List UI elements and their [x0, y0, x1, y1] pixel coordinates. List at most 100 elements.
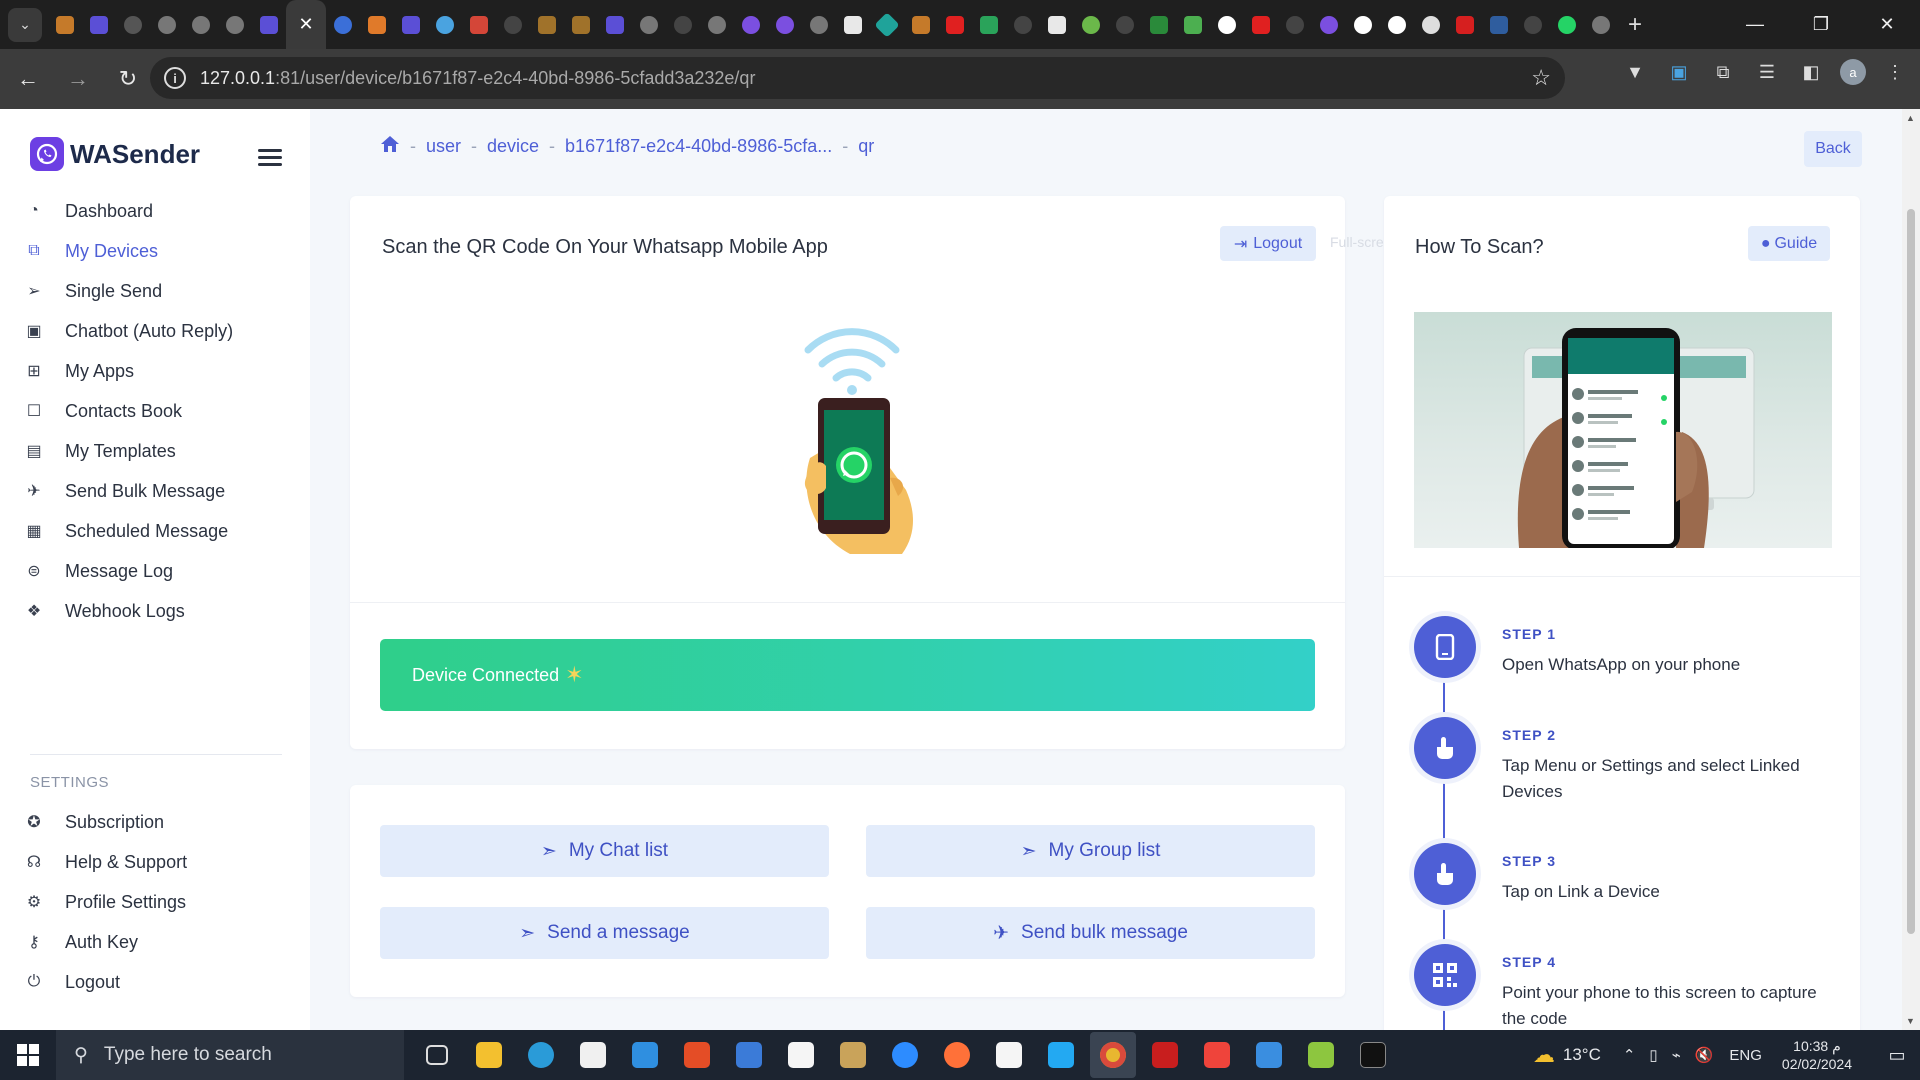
send-bulk-message-button[interactable]: ✈ Send bulk message: [866, 907, 1315, 959]
breadcrumb-device[interactable]: device: [487, 136, 539, 157]
sidebar-item-subscription[interactable]: ✪ Subscription: [0, 802, 310, 842]
volume-muted-icon[interactable]: 🔇: [1695, 1046, 1714, 1064]
browser-tab[interactable]: [1006, 0, 1040, 49]
media-controls-icon[interactable]: ☰: [1752, 57, 1782, 87]
brand-logo[interactable]: WASender: [30, 137, 200, 171]
taskbar-clock[interactable]: 10:38 م 02/02/2024: [1782, 1037, 1852, 1073]
browser-tab[interactable]: [1210, 0, 1244, 49]
sidebar-item-dashboard[interactable]: ◔ Dashboard: [0, 191, 310, 231]
sidebar-item-my-templates[interactable]: ▤ My Templates: [0, 431, 310, 471]
side-panel-icon[interactable]: ◧: [1796, 57, 1826, 87]
browser-tab[interactable]: [326, 0, 360, 49]
browser-tab[interactable]: [252, 0, 286, 49]
breadcrumb-device-id[interactable]: b1671f87-e2c4-40bd-8986-5cfa...: [565, 136, 832, 157]
browser-tab[interactable]: [598, 0, 632, 49]
sidebar-item-contacts-book[interactable]: ☐ Contacts Book: [0, 391, 310, 431]
breadcrumb-user[interactable]: user: [426, 136, 461, 157]
browser-tab[interactable]: [48, 0, 82, 49]
office-icon[interactable]: [674, 1032, 720, 1078]
browser-tab[interactable]: [666, 0, 700, 49]
forward-arrow-icon[interactable]: →: [56, 57, 100, 101]
browser-tab[interactable]: [938, 0, 972, 49]
browser-tab[interactable]: [1516, 0, 1550, 49]
file-explorer-icon[interactable]: [466, 1032, 512, 1078]
browser-tab[interactable]: [1074, 0, 1108, 49]
scroll-up-icon[interactable]: ▲: [1906, 113, 1915, 123]
browser-tab[interactable]: [1584, 0, 1618, 49]
site-info-icon[interactable]: i: [164, 67, 186, 89]
profile-avatar[interactable]: a: [1840, 59, 1866, 85]
my-group-list-button[interactable]: ➣ My Group list: [866, 825, 1315, 877]
task-view-icon[interactable]: [414, 1032, 460, 1078]
firefox-icon[interactable]: [934, 1032, 980, 1078]
browser-tab[interactable]: [632, 0, 666, 49]
browser-tab[interactable]: [116, 0, 150, 49]
browser-tab[interactable]: [768, 0, 802, 49]
active-browser-tab[interactable]: ✕: [286, 0, 326, 49]
extension-app-icon[interactable]: ▣: [1664, 57, 1694, 87]
bookmark-star-icon[interactable]: ☆: [1531, 65, 1551, 91]
my-chat-list-button[interactable]: ➣ My Chat list: [380, 825, 829, 877]
browser-tab[interactable]: [530, 0, 564, 49]
reload-icon[interactable]: ↻: [106, 57, 150, 101]
browser-tab[interactable]: [1550, 0, 1584, 49]
browser-tab[interactable]: [1346, 0, 1380, 49]
browser-tab[interactable]: [1108, 0, 1142, 49]
device-logout-button[interactable]: ⇥ Logout: [1220, 226, 1316, 261]
terminal-icon[interactable]: [1350, 1032, 1396, 1078]
address-bar[interactable]: i 127.0.0.1:81/user/device/b1671f87-e2c4…: [150, 57, 1565, 99]
sidebar-item-logout[interactable]: ⏻ Logout: [0, 962, 310, 1002]
sidebar-item-chatbot[interactable]: ▣ Chatbot (Auto Reply): [0, 311, 310, 351]
browser-tab[interactable]: [564, 0, 598, 49]
sidebar-toggle-icon[interactable]: [258, 149, 282, 167]
page-scrollbar[interactable]: ▲ ▼: [1902, 109, 1920, 1030]
new-tab-button[interactable]: +: [1628, 11, 1642, 39]
browser-tab[interactable]: [218, 0, 252, 49]
browser-tab[interactable]: [150, 0, 184, 49]
edge-icon[interactable]: [518, 1032, 564, 1078]
browser-tab[interactable]: [1142, 0, 1176, 49]
browser-tab[interactable]: [1482, 0, 1516, 49]
browser-tab[interactable]: [1040, 0, 1074, 49]
windows-start-icon[interactable]: [0, 1030, 56, 1080]
weather-widget[interactable]: ☁ 13°C: [1533, 1042, 1601, 1068]
browser-tab[interactable]: [700, 0, 734, 49]
extensions-puzzle-icon[interactable]: ⧉: [1708, 57, 1738, 87]
browser-tab[interactable]: [802, 0, 836, 49]
sidebar-item-my-devices[interactable]: ⧉ My Devices: [0, 231, 310, 271]
sidebar-item-webhook-logs[interactable]: ❖ Webhook Logs: [0, 591, 310, 631]
tools-icon[interactable]: [830, 1032, 876, 1078]
notepad-plus-icon[interactable]: [1298, 1032, 1344, 1078]
browser-menu-icon[interactable]: ⋮: [1880, 57, 1910, 87]
scrollbar-thumb[interactable]: [1907, 209, 1915, 934]
guide-button[interactable]: ● Guide: [1748, 226, 1830, 261]
network-icon[interactable]: ⌁: [1672, 1046, 1681, 1064]
browser-tab[interactable]: [1278, 0, 1312, 49]
close-tab-icon[interactable]: ✕: [298, 14, 313, 35]
sidebar-item-single-send[interactable]: ➢ Single Send: [0, 271, 310, 311]
browser-tab[interactable]: [1244, 0, 1278, 49]
sidebar-item-my-apps[interactable]: ⊞ My Apps: [0, 351, 310, 391]
zoom-icon[interactable]: [882, 1032, 928, 1078]
vscode-icon[interactable]: [1038, 1032, 1084, 1078]
restore-icon[interactable]: ❐: [1788, 0, 1854, 49]
input-language[interactable]: ENG: [1729, 1047, 1762, 1064]
notification-icon[interactable]: ▭: [1874, 1045, 1920, 1066]
browser-tab[interactable]: [1176, 0, 1210, 49]
sidebar-item-profile-settings[interactable]: ⚙ Profile Settings: [0, 882, 310, 922]
filezilla-icon[interactable]: [1142, 1032, 1188, 1078]
chrome-icon[interactable]: [1090, 1032, 1136, 1078]
browser-tab[interactable]: [904, 0, 938, 49]
paint-icon[interactable]: [1246, 1032, 1292, 1078]
browser-tab[interactable]: [1312, 0, 1346, 49]
device-icon[interactable]: ▯: [1649, 1046, 1657, 1064]
scroll-down-icon[interactable]: ▼: [1906, 1016, 1915, 1026]
browser-tab[interactable]: [496, 0, 530, 49]
show-hidden-icons-icon[interactable]: ⌃: [1623, 1046, 1636, 1064]
home-icon[interactable]: [380, 135, 400, 158]
browser-tab[interactable]: [462, 0, 496, 49]
browser-tab[interactable]: [82, 0, 116, 49]
send-message-button[interactable]: ➣ Send a message: [380, 907, 829, 959]
sidebar-item-help-support[interactable]: ☊ Help & Support: [0, 842, 310, 882]
document-icon[interactable]: [986, 1032, 1032, 1078]
